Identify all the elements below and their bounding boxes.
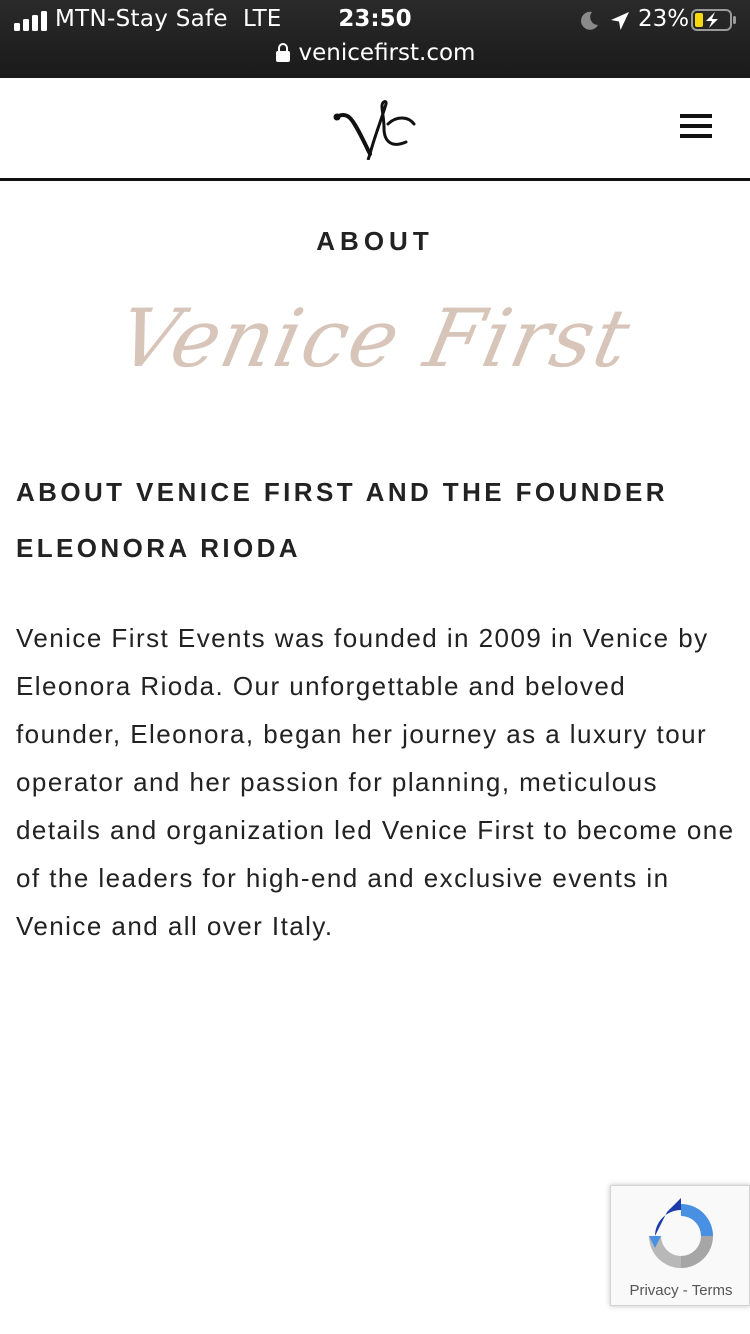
privacy-link[interactable]: Privacy (629, 1282, 678, 1299)
url-bar[interactable]: venicefirst.com (0, 40, 750, 66)
hamburger-menu-icon[interactable] (680, 114, 712, 142)
recaptcha-badge[interactable]: Privacy - Terms (610, 1185, 750, 1306)
location-arrow-icon (611, 12, 629, 30)
heading-line-2: ELEONORA RIODA (16, 533, 301, 563)
page-eyebrow: ABOUT (316, 226, 434, 256)
about-paragraph: Venice First Events was founded in 2009 … (16, 623, 735, 941)
recaptcha-icon (649, 1198, 713, 1268)
battery-charging-icon (691, 9, 736, 31)
url-text: venicefirst.com (298, 40, 476, 66)
do-not-disturb-moon-icon (581, 11, 598, 30)
site-header (0, 78, 750, 181)
terms-link[interactable]: Terms (692, 1282, 733, 1299)
recaptcha-links: Privacy - Terms (611, 1282, 750, 1299)
status-bar: MTN-Stay Safe LTE 23:50 23% venicefirst.… (0, 0, 750, 78)
lock-icon (275, 43, 290, 62)
heading-line-1: ABOUT VENICE FIRST AND THE FOUNDER (16, 477, 668, 507)
section-heading: ABOUT VENICE FIRST AND THE FOUNDER ELEON… (16, 464, 736, 576)
script-title: Venice First (110, 292, 640, 385)
vf-monogram-logo-icon[interactable] (330, 98, 420, 160)
link-separator: - (678, 1282, 692, 1299)
battery-percentage: 23% (638, 6, 690, 32)
